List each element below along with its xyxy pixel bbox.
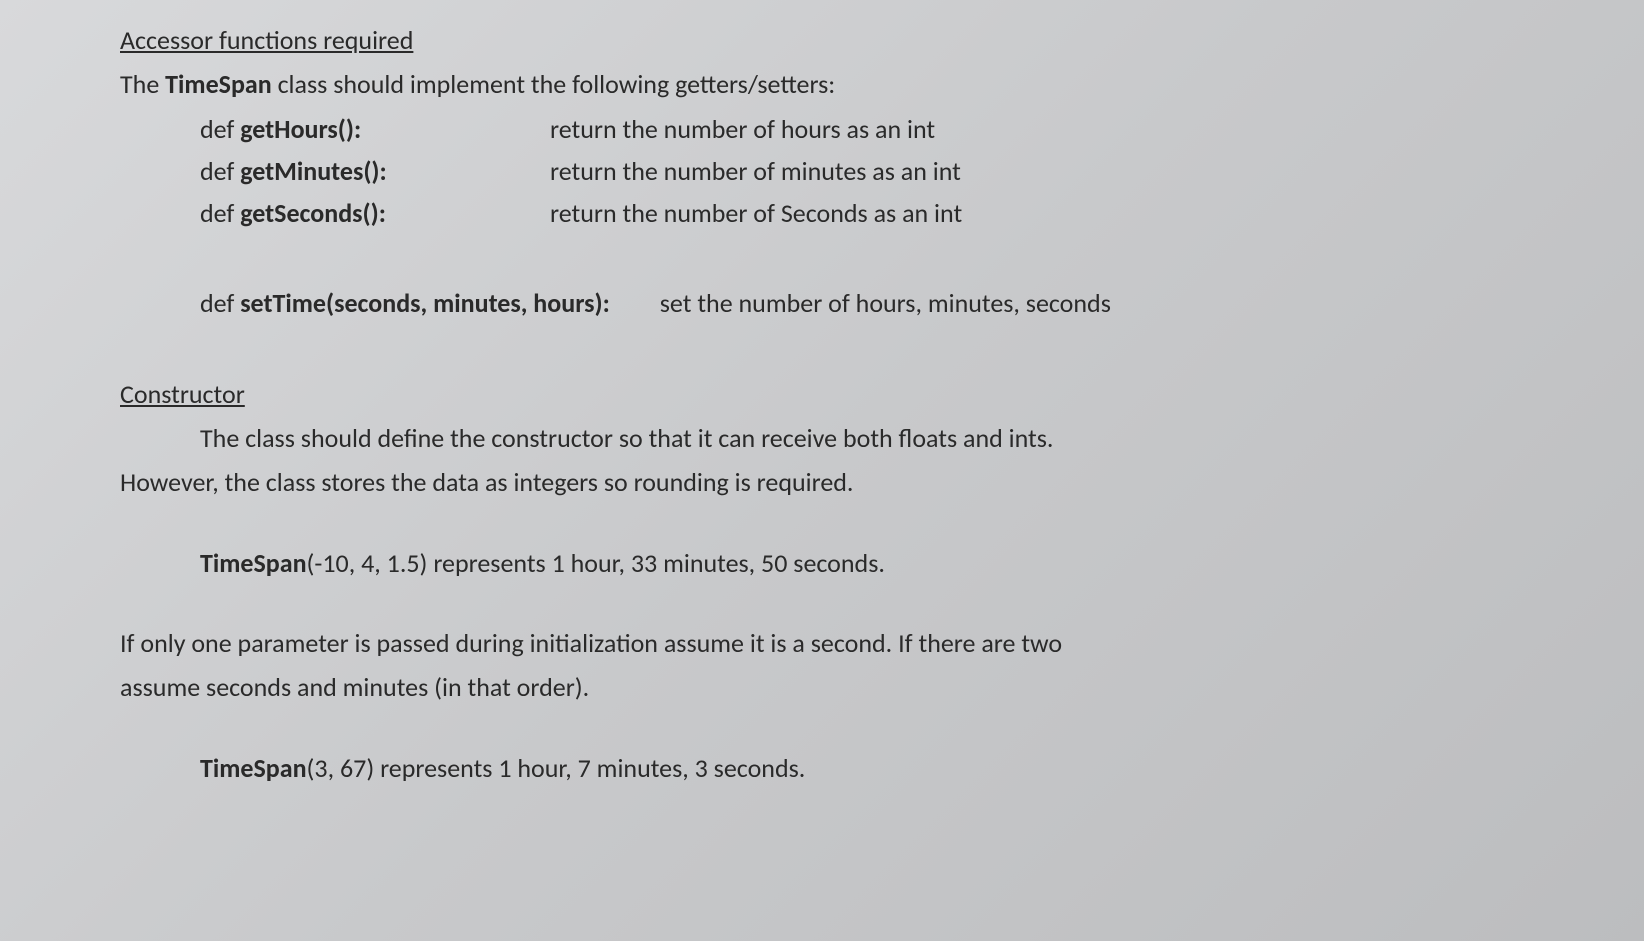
document-content: Accessor functions required The TimeSpan… bbox=[40, 20, 1604, 788]
param-line1: If only one parameter is passed during i… bbox=[120, 623, 1584, 663]
accessor-description: return the number of hours as an int bbox=[550, 109, 1584, 149]
param-line2: assume seconds and minutes (in that orde… bbox=[120, 667, 1584, 707]
constructor-line1: The class should define the constructor … bbox=[120, 418, 1584, 458]
intro-prefix: The bbox=[120, 68, 165, 100]
example-rest: (3, 67) represents 1 hour, 7 minutes, 3 … bbox=[307, 752, 806, 784]
example-1: TimeSpan(-10, 4, 1.5) represents 1 hour,… bbox=[120, 543, 1584, 583]
example-2: TimeSpan(3, 67) represents 1 hour, 7 min… bbox=[120, 748, 1584, 788]
settime-signature: def setTime(seconds, minutes, hours): bbox=[200, 283, 610, 323]
method-name: getSeconds(): bbox=[240, 197, 386, 229]
def-keyword: def bbox=[200, 197, 240, 229]
accessor-signature: def getSeconds(): bbox=[200, 193, 550, 233]
accessor-row: def getMinutes(): return the number of m… bbox=[200, 151, 1584, 191]
def-keyword: def bbox=[200, 287, 240, 319]
accessor-heading: Accessor functions required bbox=[120, 20, 1584, 60]
accessor-signature: def getHours(): bbox=[200, 109, 550, 149]
method-name: getMinutes(): bbox=[240, 155, 387, 187]
def-keyword: def bbox=[200, 113, 240, 145]
accessor-description: return the number of minutes as an int bbox=[550, 151, 1584, 191]
accessor-list: def getHours(): return the number of hou… bbox=[120, 109, 1584, 234]
accessor-intro: The TimeSpan class should implement the … bbox=[120, 64, 1584, 104]
intro-suffix: class should implement the following get… bbox=[272, 68, 836, 100]
accessor-row: def getSeconds(): return the number of S… bbox=[200, 193, 1584, 233]
example-classname: TimeSpan bbox=[200, 547, 307, 579]
example-classname: TimeSpan bbox=[200, 752, 307, 784]
settime-row: def setTime(seconds, minutes, hours): se… bbox=[120, 283, 1584, 323]
method-name: getHours(): bbox=[240, 113, 361, 145]
intro-classname: TimeSpan bbox=[165, 68, 272, 100]
constructor-line2: However, the class stores the data as in… bbox=[120, 462, 1584, 502]
accessor-description: return the number of Seconds as an int bbox=[550, 193, 1584, 233]
def-keyword: def bbox=[200, 155, 240, 187]
constructor-section: Constructor The class should define the … bbox=[120, 374, 1584, 788]
method-name: setTime(seconds, minutes, hours): bbox=[240, 287, 610, 319]
example-rest: (-10, 4, 1.5) represents 1 hour, 33 minu… bbox=[307, 547, 885, 579]
accessor-signature: def getMinutes(): bbox=[200, 151, 550, 191]
settime-description: set the number of hours, minutes, second… bbox=[660, 283, 1584, 323]
accessor-row: def getHours(): return the number of hou… bbox=[200, 109, 1584, 149]
constructor-heading: Constructor bbox=[120, 374, 1584, 414]
